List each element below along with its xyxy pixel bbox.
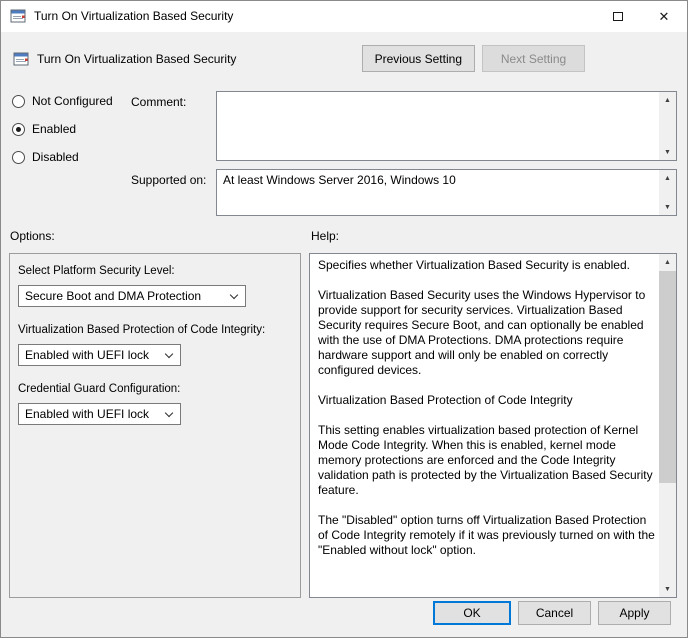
scroll-down-icon[interactable]: ▼ [659, 199, 676, 215]
help-paragraph: This setting enables virtualization base… [318, 423, 653, 497]
chevron-down-icon [164, 408, 174, 418]
previous-setting-button[interactable]: Previous Setting [361, 45, 475, 72]
scroll-up-icon[interactable]: ▲ [659, 170, 676, 186]
maximize-button[interactable] [595, 1, 641, 31]
policy-setting-dialog: Turn On Virtualization Based Security ✕ … [0, 0, 688, 638]
radio-circle-checked-icon [12, 122, 25, 136]
supported-on-textbox: At least Windows Server 2016, Windows 10… [216, 169, 677, 216]
ok-button[interactable]: OK [433, 601, 511, 625]
chevron-down-icon [164, 349, 174, 359]
radio-label: Not Configured [32, 94, 113, 108]
platform-security-level-label: Select Platform Security Level: [18, 265, 175, 277]
options-panel: Select Platform Security Level: Secure B… [9, 253, 301, 598]
help-paragraph: Virtualization Based Security uses the W… [318, 288, 646, 377]
scroll-down-icon[interactable]: ▼ [659, 144, 676, 160]
maximize-icon [613, 11, 623, 21]
supported-on-text: At least Windows Server 2016, Windows 10 [223, 173, 456, 187]
caption-buttons: ✕ [595, 1, 687, 31]
title-bar: Turn On Virtualization Based Security ✕ [1, 1, 687, 32]
help-paragraph: Specifies whether Virtualization Based S… [318, 258, 630, 272]
code-integrity-protection-select[interactable]: Enabled with UEFI lock [18, 344, 181, 366]
radio-enabled[interactable]: Enabled [12, 122, 113, 136]
radio-disabled[interactable]: Disabled [12, 150, 113, 164]
setting-header: Turn On Virtualization Based Security Pr… [13, 45, 687, 73]
comment-textbox[interactable]: ▲ ▼ [216, 91, 677, 161]
scroll-down-icon[interactable]: ▼ [659, 581, 676, 597]
credential-guard-label: Credential Guard Configuration: [18, 383, 181, 395]
help-paragraph: The "Disabled" option turns off Virtuali… [318, 513, 655, 557]
options-section-label: Options: [10, 229, 55, 243]
help-panel: Specifies whether Virtualization Based S… [309, 253, 677, 598]
scroll-up-icon[interactable]: ▲ [659, 254, 676, 270]
supported-scrollbar[interactable]: ▲ ▼ [659, 170, 676, 215]
apply-button[interactable]: Apply [598, 601, 671, 625]
setting-icon [13, 52, 29, 66]
selected-option: Secure Boot and DMA Protection [25, 289, 202, 303]
close-icon: ✕ [658, 8, 670, 24]
radio-circle-icon [12, 150, 25, 164]
code-integrity-protection-label: Virtualization Based Protection of Code … [18, 324, 266, 336]
cancel-button[interactable]: Cancel [518, 601, 591, 625]
scroll-up-icon[interactable]: ▲ [659, 92, 676, 108]
radio-not-configured[interactable]: Not Configured [12, 94, 113, 108]
selected-option: Enabled with UEFI lock [25, 348, 150, 362]
dialog-footer: OK Cancel Apply [1, 601, 671, 625]
credential-guard-select[interactable]: Enabled with UEFI lock [18, 403, 181, 425]
setting-title: Turn On Virtualization Based Security [37, 52, 237, 66]
help-section-label: Help: [311, 229, 340, 243]
help-scrollbar[interactable]: ▲ ▼ [659, 254, 676, 597]
radio-label: Enabled [32, 122, 77, 136]
platform-security-level-select[interactable]: Secure Boot and DMA Protection [18, 285, 246, 307]
selected-option: Enabled with UEFI lock [25, 407, 150, 421]
comment-scrollbar[interactable]: ▲ ▼ [659, 92, 676, 160]
next-setting-button: Next Setting [482, 45, 585, 72]
radio-circle-icon [12, 94, 25, 108]
radio-label: Disabled [32, 150, 79, 164]
close-button[interactable]: ✕ [641, 1, 687, 31]
state-radio-group: Not Configured Enabled Disabled [12, 94, 113, 178]
scrollbar-thumb[interactable] [659, 271, 676, 483]
window-title: Turn On Virtualization Based Security [34, 9, 234, 23]
help-paragraph: Virtualization Based Protection of Code … [318, 393, 573, 407]
chevron-down-icon [229, 290, 239, 300]
comment-label: Comment: [131, 95, 187, 109]
comment-text[interactable] [217, 92, 659, 160]
help-text: Specifies whether Virtualization Based S… [310, 254, 659, 597]
policy-app-icon [10, 9, 26, 23]
supported-on-label: Supported on: [131, 173, 207, 187]
setting-nav-buttons: Previous Setting Next Setting [361, 45, 585, 72]
